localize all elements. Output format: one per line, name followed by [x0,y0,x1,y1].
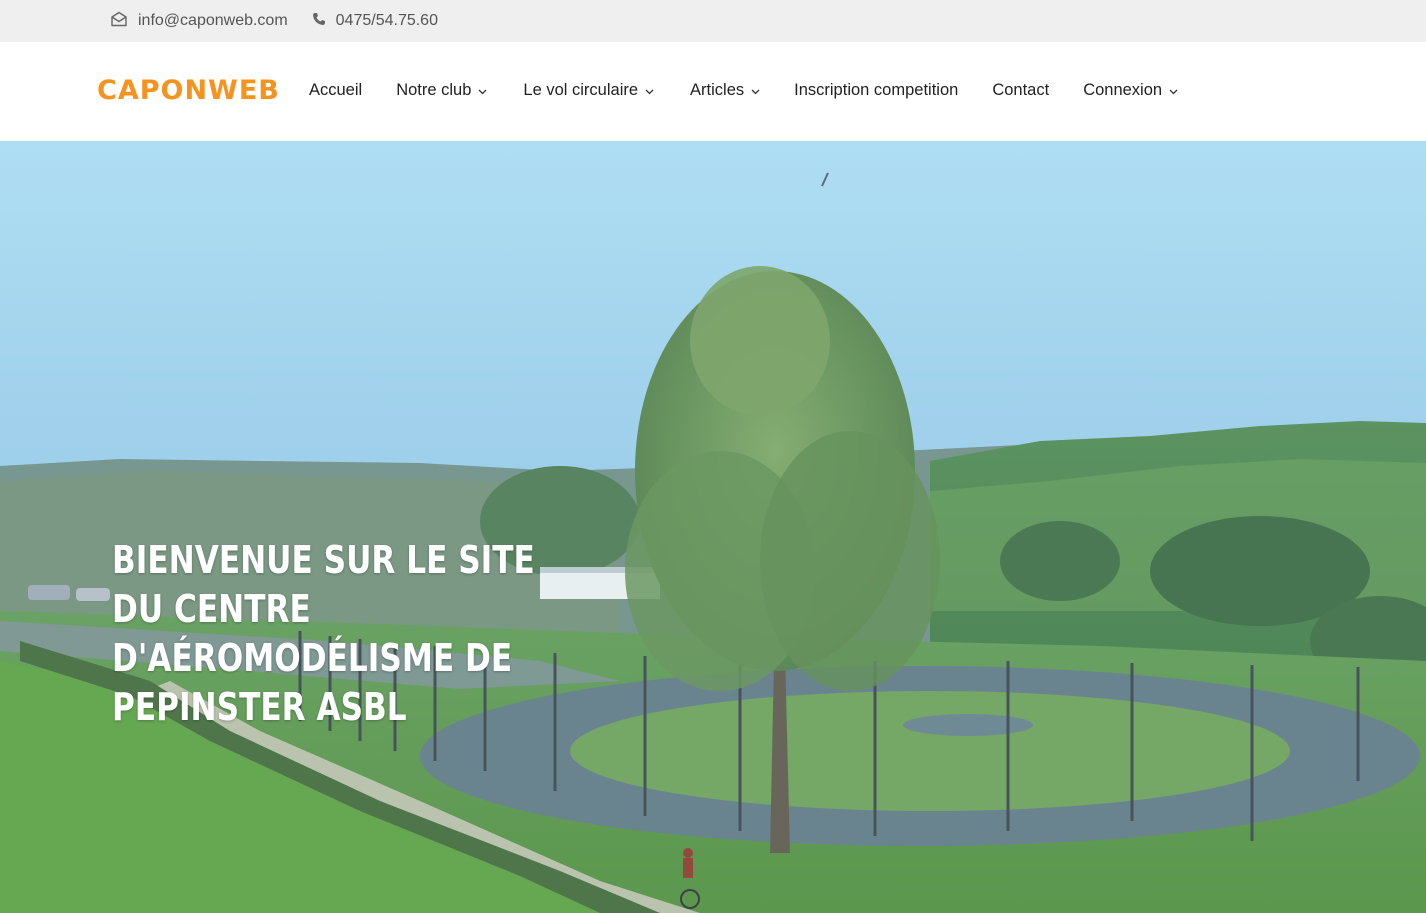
hero-landscape-image [0,141,1426,913]
nav-item-label[interactable]: Accueil [309,81,362,100]
phone-text[interactable]: 0475/54.75.60 [336,12,438,30]
email-text[interactable]: info@caponweb.com [138,12,288,30]
site-header: CAPONWEB Accueil Notre club Le vol circu… [0,42,1426,141]
phone-icon [312,12,336,31]
envelope-open-icon [110,11,138,32]
chevron-down-icon [1169,81,1178,100]
nav-item-articles[interactable]: Articles [690,80,760,100]
nav-item-label[interactable]: Le vol circulaire [523,81,638,100]
main-nav: Accueil Notre club Le vol circulaire Art… [309,80,1178,100]
top-contact-bar: info@caponweb.com 0475/54.75.60 [0,0,1426,42]
hero-title: Bienvenue sur le site du centre d'aéromo… [112,538,535,729]
nav-item-accueil[interactable]: Accueil [309,81,362,100]
nav-item-label[interactable]: Connexion [1083,81,1162,100]
nav-item-contact[interactable]: Contact [992,81,1049,100]
chevron-down-icon [645,81,654,100]
email-contact[interactable]: info@caponweb.com [110,11,288,32]
phone-contact[interactable]: 0475/54.75.60 [312,12,438,31]
chevron-down-icon [478,81,487,100]
nav-item-label[interactable]: Contact [992,81,1049,100]
nav-item-label[interactable]: Articles [690,81,744,100]
nav-item-label[interactable]: Inscription competition [794,81,958,100]
nav-item-le-vol-circulaire[interactable]: Le vol circulaire [523,80,654,100]
nav-item-notre-club[interactable]: Notre club [396,80,487,100]
nav-item-connexion[interactable]: Connexion [1083,80,1178,100]
nav-item-inscription-competition[interactable]: Inscription competition [794,81,958,100]
site-logo[interactable]: CAPONWEB [97,75,280,106]
chevron-down-icon [751,81,760,100]
hero-banner: Bienvenue sur le site du centre d'aéromo… [0,141,1426,913]
nav-item-label[interactable]: Notre club [396,81,471,100]
